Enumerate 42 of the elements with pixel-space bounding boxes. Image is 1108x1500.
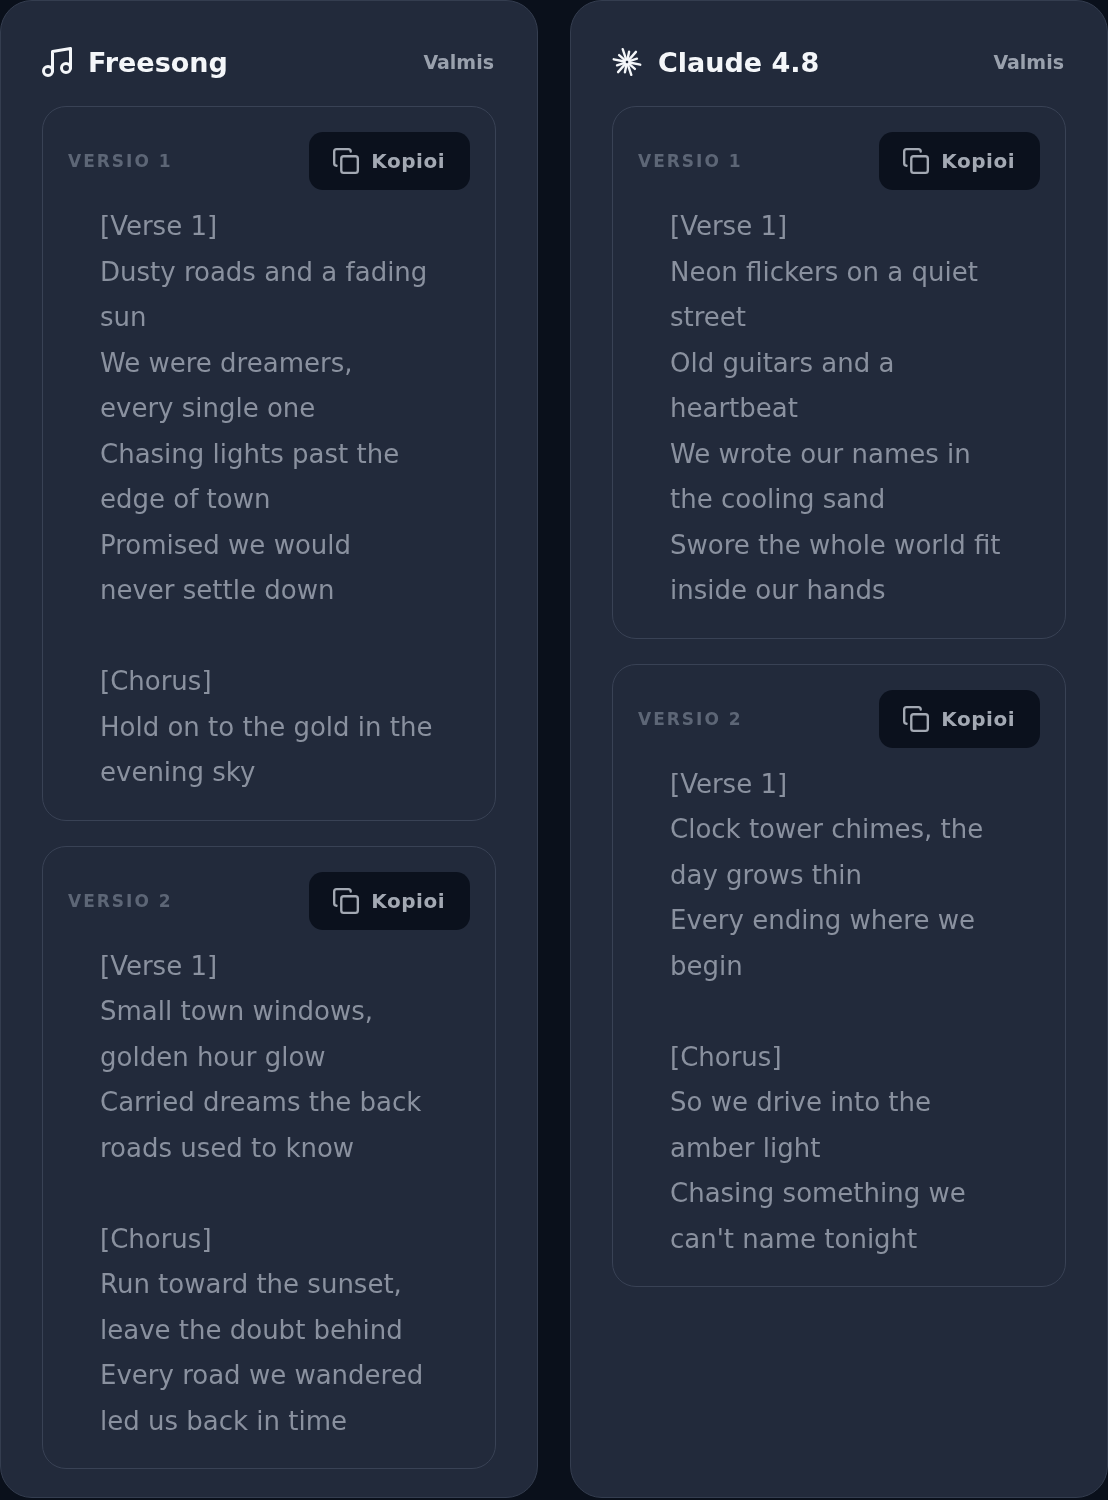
version-label: VERSIO 2 [638, 708, 743, 729]
lyric-line: We were dreamers, every single one [100, 346, 354, 425]
model-name: Freesong [88, 46, 228, 78]
section-tag: [Chorus] [100, 1216, 434, 1262]
lyric-line: Old guitars and a heartbeat [670, 346, 896, 425]
lyric-line: Run toward the sunset, leave the doubt behind [100, 1268, 404, 1347]
section-tag: [Verse 1] [100, 204, 434, 250]
copy-button[interactable]: Kopioi [309, 132, 470, 190]
lyric-line: Small town windows, golden hour glow [100, 995, 375, 1074]
copy-icon [333, 148, 360, 174]
lyric-line: Chasing lights past the edge of town [100, 437, 401, 516]
lyric-line: Every road we wandered led us back in time [100, 1359, 425, 1438]
section-tag: [Verse 1] [670, 204, 1004, 250]
copy-button[interactable]: Kopioi [309, 871, 470, 930]
version-label: VERSIO 1 [638, 151, 743, 171]
lyric-line: So we drive into the amber light [670, 1086, 932, 1165]
status-label: Valmis [423, 51, 494, 73]
lyric-line: Promised we would never settle down [100, 528, 352, 607]
lyric-line: Dusty roads and a fading sun [100, 255, 429, 334]
lyric-line: Every ending where we begin [670, 904, 976, 983]
copy-button[interactable]: Kopioi [879, 132, 1040, 190]
version-label: VERSIO 1 [68, 151, 173, 171]
lyric-line: Chasing something we can't name tonight [670, 1177, 967, 1256]
lyric-line: We wrote our names in the cooling sand [670, 437, 972, 516]
version-label: VERSIO 2 [68, 890, 173, 911]
copy-icon [903, 148, 930, 174]
model-name: Claude 4.8 [658, 46, 820, 78]
lyric-line: Swore the whole world fit inside our hands [670, 528, 1002, 607]
section-tag: [Verse 1] [670, 761, 1004, 807]
lyric-line: Hold on to the gold in the evening sky [100, 710, 434, 789]
lyric-line: Carried dreams the back roads used to know [100, 1086, 423, 1165]
copy-icon [333, 887, 360, 914]
section-tag: [Chorus] [670, 1034, 1004, 1080]
copy-button[interactable]: Kopioi [879, 689, 1040, 748]
section-tag: [Chorus] [100, 659, 434, 705]
music-note-icon [42, 47, 72, 77]
copy-icon [903, 705, 930, 732]
lyric-line: Neon flickers on a quiet street [670, 255, 979, 334]
starburst-icon [612, 47, 642, 77]
section-tag: [Verse 1] [100, 943, 434, 989]
status-label: Valmis [993, 51, 1064, 73]
lyric-line: Clock tower chimes, the day grows thin [670, 813, 985, 892]
